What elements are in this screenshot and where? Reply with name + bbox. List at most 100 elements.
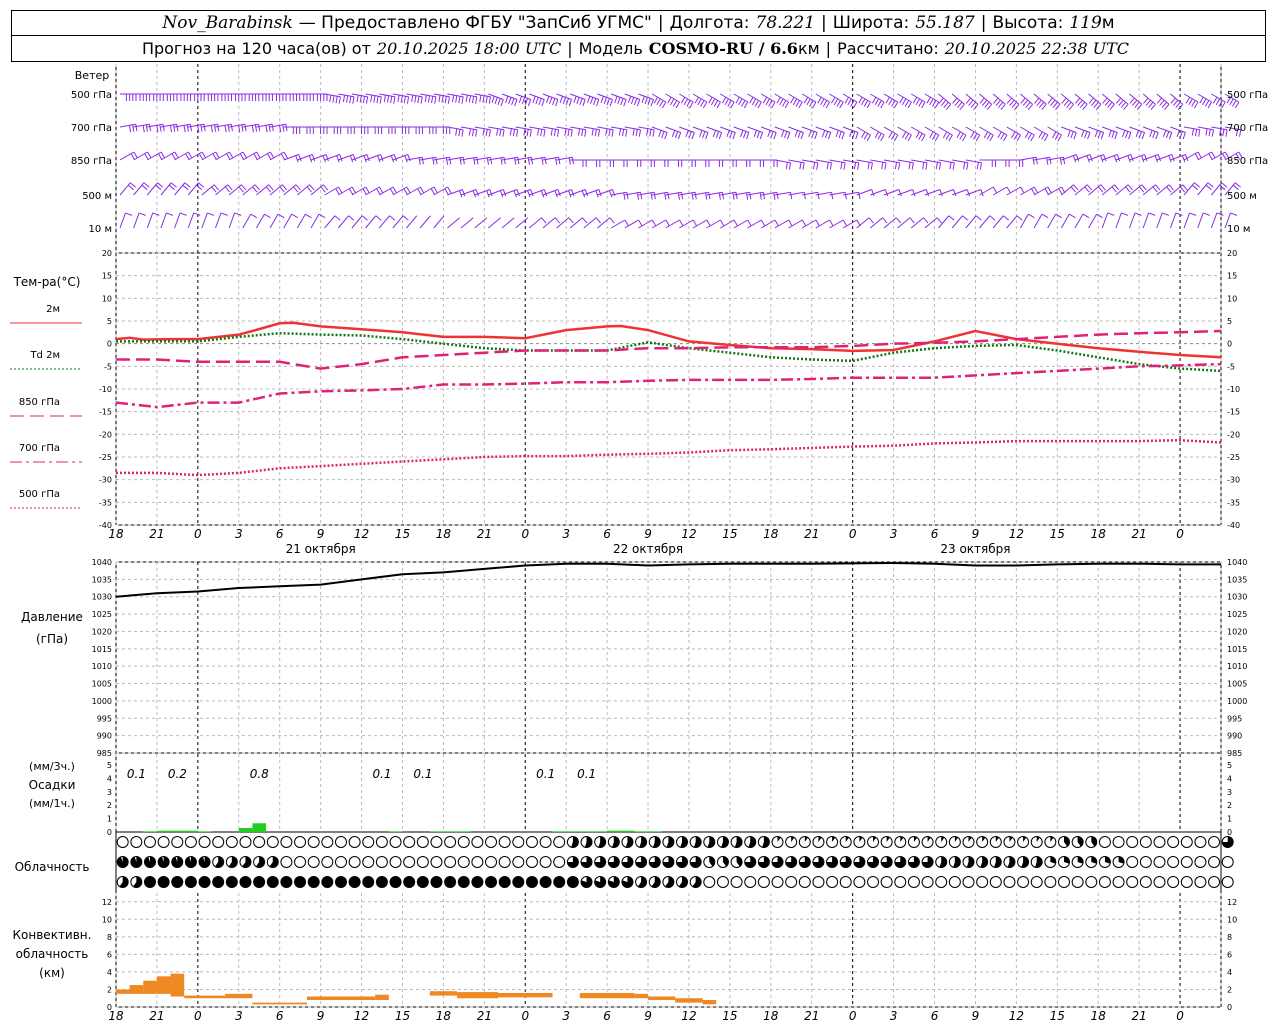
temp-tick-label: -35 [99,498,112,507]
wind-barb-shaft [529,126,546,131]
wind-barb [924,159,942,170]
wind-barb-feather [1041,133,1046,140]
wind-barb-shaft [501,93,518,100]
cloud-circle [1017,836,1030,848]
wind-barb-feather [1016,134,1022,142]
wind-barb-shaft [1060,93,1074,105]
wind-barb-feather [1199,96,1204,104]
wind-barb-feather [708,96,713,104]
wind-barb-feather [356,95,359,103]
wind-barb-shaft [924,159,941,164]
wind-barb-shaft [406,215,418,229]
wind-barb-feather [1113,155,1118,163]
wind-barb [420,93,437,104]
cloud-symbol [594,856,607,868]
cloud-symbol [839,836,852,848]
cloud-circle [266,836,279,848]
wind-barb-feather [1221,101,1226,109]
wind-barb-feather [979,97,985,104]
wind-barb-feather [948,215,955,221]
wind-barb-feather [1212,96,1218,104]
cloud-circle [471,856,484,868]
wind-barb-feather [183,125,186,133]
wind-barb-feather [1168,155,1172,163]
precip-tick-label: 4 [107,774,112,783]
wind-barb [856,126,871,142]
wind-barb [1020,126,1035,142]
cloud-circle [225,836,238,848]
cloud-fill [239,876,251,888]
wind-barb [951,215,969,229]
wind-barb-shaft [624,126,641,131]
wind-barb-shaft [924,217,938,229]
wind-barb-shaft [938,159,955,164]
wind-barb-feather [893,101,899,109]
cloud-symbol [1085,836,1098,848]
wind-barb-shaft [215,212,222,229]
wind-barb-feather [1134,212,1142,216]
wind-barb-feather [269,151,275,159]
wind-barb [201,184,219,196]
wind-barb-feather [880,134,885,142]
wind-barb-feather [623,192,626,200]
cloud-circle [457,856,470,868]
wind-barb-feather [827,132,832,140]
wind-barb-shaft [624,93,640,100]
wind-barb [365,215,382,229]
wind-barb-feather [824,131,829,139]
wind-barb-shaft [951,215,963,229]
wind-barb-feather [295,184,301,191]
wind-barb [856,93,871,109]
wind-barb-feather [541,99,545,107]
wind-barb [529,93,545,107]
wind-barb-feather [318,213,326,219]
wind-barb-shaft [1210,182,1223,196]
wind-barb-shaft [488,126,505,131]
cloud-symbol [1167,836,1180,848]
cloud-symbol [389,836,402,848]
conv-bar [170,973,185,997]
wind-barb [733,93,749,109]
wind-barb [692,93,708,109]
wind-barb-feather [871,189,875,197]
wind-barb-feather [582,217,588,224]
wind-barb-shaft [1074,184,1088,196]
cloud-circle [430,836,443,848]
cloud-symbol [130,876,143,888]
wind-barb-feather [265,186,272,193]
cloud-circle [430,856,443,868]
wind-barb-feather [541,157,544,165]
wind-barb-feather [1089,154,1093,162]
wind-barb-feather [1193,101,1199,109]
wind-barb-feather [858,192,861,200]
cloud-symbol [1167,876,1180,888]
wind-barb-feather [486,190,490,198]
wind-barb-feather [503,157,506,165]
wind-barb [488,217,501,229]
cloud-symbol [566,856,579,868]
conv-bar [156,976,171,994]
wind-barb-shaft [556,93,572,100]
wind-barb-feather [831,192,834,200]
wind-barb-feather [1203,212,1210,216]
wind-barb-feather [348,215,355,221]
wind-barb-feather [1222,153,1227,160]
wind-barb-feather [320,186,326,193]
wind-barb-feather [404,155,408,163]
wind-barb-feather [881,162,884,170]
wind-barb [1060,184,1079,196]
cloud-symbol [116,836,129,848]
wind-barb [1088,93,1102,110]
cloud-symbol [989,856,1002,868]
wind-barb-feather [1074,97,1081,104]
wind-barb-shaft [1197,182,1209,196]
cloud-symbol [798,876,811,888]
cloud-symbol [498,876,511,888]
wind-barb-shaft [1156,184,1170,196]
wind-barb-feather [392,186,397,194]
wind-barb-feather [762,96,768,104]
wind-barb [447,217,460,229]
wind-barb-feather [622,129,625,137]
wind-barb-feather [365,186,370,194]
wind-barb [160,212,174,229]
